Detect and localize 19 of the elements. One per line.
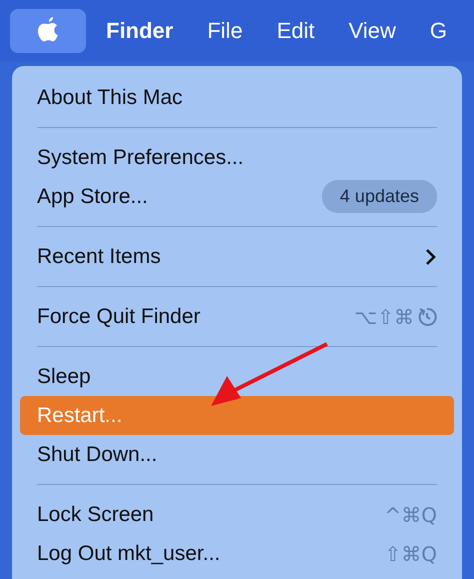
menu-item[interactable]: Recent Items bbox=[20, 237, 454, 276]
keyboard-shortcut: ^⌘Q bbox=[384, 502, 437, 528]
apple-menu-button[interactable] bbox=[10, 9, 86, 53]
menu-item[interactable]: Sleep bbox=[20, 357, 454, 396]
menu-item[interactable]: App Store... 4 updates bbox=[20, 177, 454, 216]
keyboard-shortcut: ⌥⇧⌘ bbox=[354, 304, 414, 330]
menu-bar-item[interactable]: G bbox=[416, 10, 462, 52]
menu-item[interactable]: System Preferences... bbox=[20, 138, 454, 177]
menu-item[interactable]: Lock Screen ^⌘Q bbox=[20, 495, 454, 534]
menu-bar-item[interactable]: File bbox=[193, 10, 257, 52]
menu-item[interactable]: About This Mac bbox=[20, 78, 454, 117]
menu-item[interactable]: Shut Down... bbox=[20, 435, 454, 474]
menu-bar-item[interactable]: Edit bbox=[262, 10, 329, 52]
menu-bar-item[interactable]: View bbox=[334, 10, 410, 52]
keyboard-shortcut: ⇧⌘Q bbox=[384, 540, 437, 568]
updates-badge: 4 updates bbox=[322, 180, 437, 213]
menu-bar-item[interactable]: Finder bbox=[92, 10, 188, 52]
menu-item[interactable]: Force Quit Finder ⌥⇧⌘ bbox=[20, 297, 454, 336]
menu-item[interactable]: Log Out mkt_user... ⇧⌘Q bbox=[20, 534, 454, 573]
